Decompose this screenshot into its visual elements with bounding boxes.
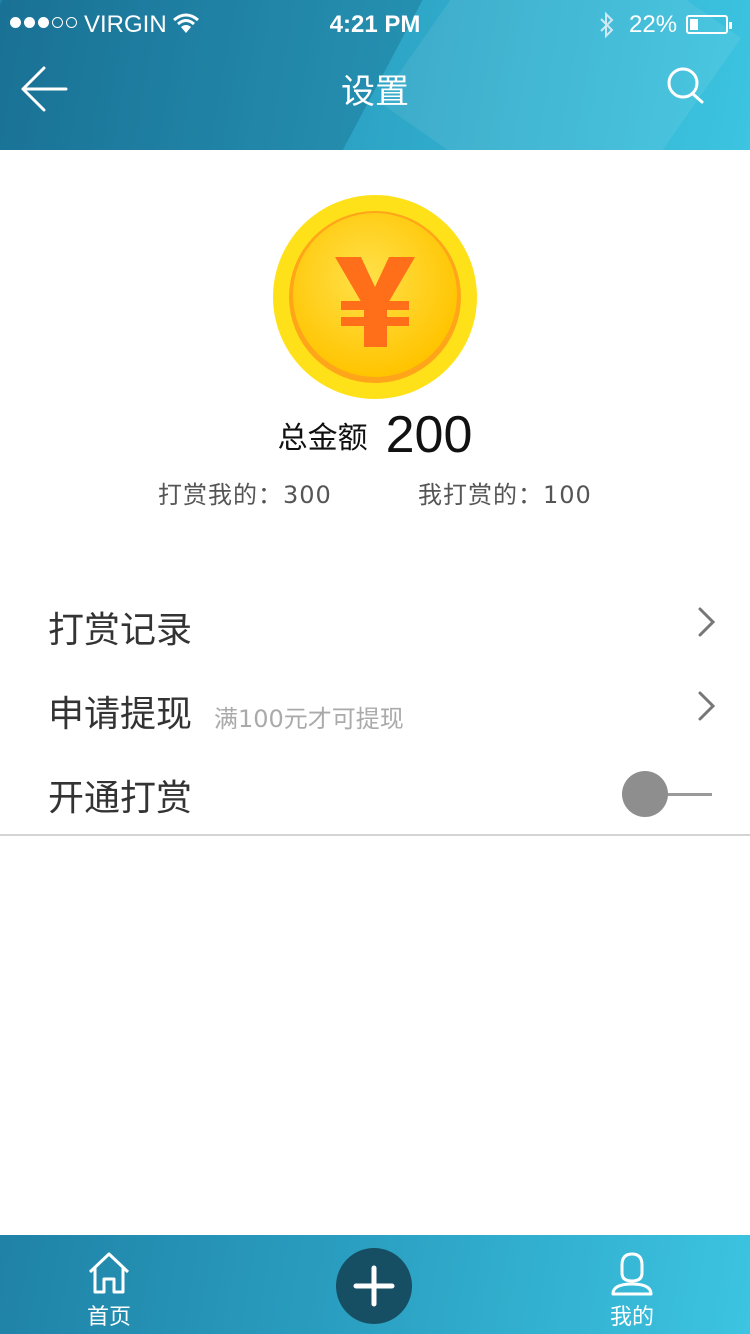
received-amount: 打赏我的：300 [158, 481, 332, 509]
user-icon [610, 1251, 654, 1301]
tab-me[interactable]: 我的 [572, 1235, 692, 1334]
search-icon[interactable] [664, 66, 708, 114]
page-title: 设置 [341, 72, 409, 112]
withdraw-hint: 满100元才可提现 [214, 705, 404, 733]
tab-bar: 首页 我的 [0, 1235, 750, 1334]
plus-icon [353, 1265, 395, 1307]
total-value: 200 [385, 406, 473, 464]
total-label: 总金额 [277, 421, 368, 456]
bluetooth-icon [597, 11, 617, 45]
chevron-right-icon [696, 605, 718, 643]
menu-item-withdraw[interactable]: 申请提现 满100元才可提现 [0, 665, 750, 751]
header: VIRGIN 4:21 PM 22% 设置 [0, 0, 750, 150]
menu-item-label: 打赏记录 [48, 610, 193, 651]
toggle-knob [622, 771, 668, 817]
home-icon [87, 1251, 131, 1299]
battery-fill [690, 19, 698, 30]
battery-percent: 22% [629, 11, 678, 38]
menu-item-label: 开通打赏 [48, 778, 193, 819]
menu-item-enable-reward: 开通打赏 [0, 749, 750, 836]
chevron-right-icon [696, 689, 718, 727]
tab-home-label: 首页 [86, 1305, 131, 1330]
tab-home[interactable]: 首页 [49, 1235, 169, 1334]
menu-item-reward-records[interactable]: 打赏记录 [0, 581, 750, 667]
total-balance: 总金额 200 [0, 405, 750, 465]
menu-item-label: 申请提现 [48, 694, 193, 735]
battery-nub [729, 22, 732, 29]
yuan-coin-icon [273, 195, 477, 399]
tab-me-label: 我的 [609, 1305, 654, 1330]
status-bar: VIRGIN 4:21 PM 22% [0, 0, 750, 50]
add-button[interactable] [336, 1248, 412, 1324]
enable-reward-toggle[interactable] [622, 771, 714, 817]
battery-icon [686, 15, 732, 34]
given-amount: 我打赏的：100 [418, 481, 592, 509]
